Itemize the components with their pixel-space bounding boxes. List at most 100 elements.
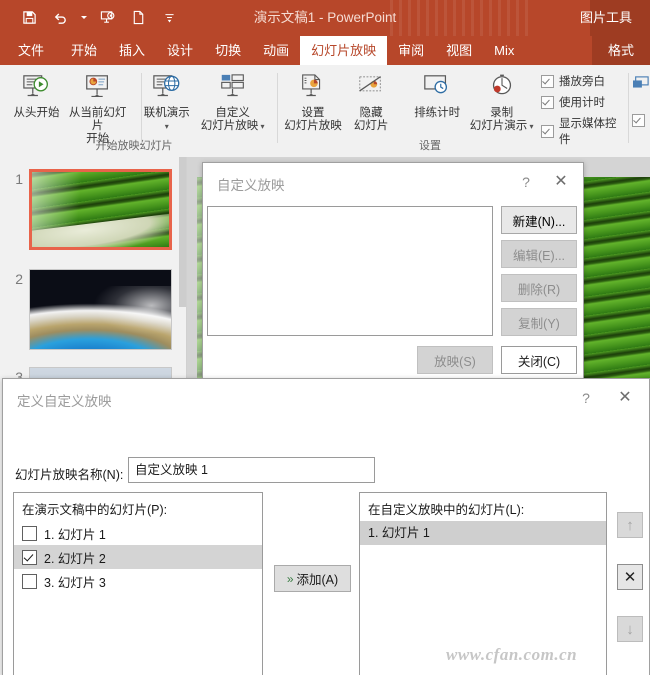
edit-button[interactable]: 编辑(E)... <box>501 240 577 268</box>
add-button[interactable]: » 添加(A) <box>274 565 351 592</box>
tab-view[interactable]: 视图 <box>435 36 483 65</box>
show-name-label: 幻灯片放映名称(N): <box>15 468 124 482</box>
set-up-slide-show-button[interactable]: 设置 幻灯片放映 <box>284 68 342 133</box>
move-up-button[interactable]: ↑ <box>617 512 643 538</box>
tab-insert[interactable]: 插入 <box>108 36 156 65</box>
tab-home[interactable]: 开始 <box>60 36 108 65</box>
move-down-button[interactable]: ↓ <box>617 616 643 642</box>
tab-mix[interactable]: Mix <box>483 36 525 65</box>
scrollbar-thumb[interactable] <box>179 157 186 307</box>
contextual-tool-label: 图片工具 <box>579 10 632 25</box>
slide-checkbox-item-2[interactable]: 2. 幻灯片 2 <box>14 545 262 569</box>
slide-checkbox-item-3[interactable]: 3. 幻灯片 3 <box>14 569 262 593</box>
save-icon[interactable] <box>18 6 40 28</box>
screen-globe-icon <box>151 71 183 105</box>
show-button-label: 放映(S) <box>434 354 476 369</box>
presentation-slides-listbox[interactable]: 在演示文稿中的幻灯片(P): 1. 幻灯片 1 2. 幻灯片 2 3. 幻灯片 … <box>13 492 263 675</box>
define-custom-show-dialog: 定义自定义放映 ? ✕ 幻灯片放映名称(N): 自定义放映 1 在演示文稿中的幻… <box>2 378 650 675</box>
use-timings-label: 使用计时 <box>559 97 606 109</box>
quick-access-toolbar <box>18 6 180 28</box>
custom-shows-dialog-title: 自定义放映 <box>217 178 285 193</box>
tab-slide-show[interactable]: 幻灯片放映 <box>300 36 388 65</box>
start-slideshow-icon[interactable] <box>96 6 118 28</box>
title-bar: 演示文稿1 - PowerPoint 图片工具 <box>0 0 650 36</box>
presentation-slides-label: 在演示文稿中的幻灯片(P): <box>22 503 168 517</box>
tab-animations[interactable]: 动画 <box>252 36 300 65</box>
thumbnail-slide-2[interactable]: 2 <box>8 269 172 350</box>
close-button[interactable]: 关闭(C) <box>501 346 577 374</box>
slide-item-label: 2. 幻灯片 2 <box>44 551 106 566</box>
double-arrow-right-icon: » <box>286 571 294 586</box>
custom-show-slides-label: 在自定义放映中的幻灯片(L): <box>368 503 525 517</box>
from-beginning-label: 从头开始 <box>13 107 60 119</box>
screen-chart-icon <box>82 71 114 105</box>
hide-slide-button[interactable]: 隐藏 幻灯片 <box>342 68 400 133</box>
tab-design[interactable]: 设计 <box>156 36 204 65</box>
from-beginning-button[interactable]: 从头开始 <box>6 68 67 120</box>
custom-slide-show-button[interactable]: 自定义 幻灯片放映 <box>197 68 268 133</box>
remove-button-label: 删除(R) <box>517 282 561 297</box>
show-button[interactable]: 放映(S) <box>417 346 493 374</box>
presenter-view-checkbox[interactable] <box>632 104 645 127</box>
close-icon[interactable]: ✕ <box>549 172 573 192</box>
slide-item-label: 3. 幻灯片 3 <box>44 575 106 590</box>
checkbox-checked-icon <box>22 549 37 565</box>
powerpoint-window: 演示文稿1 - PowerPoint 图片工具 文件 开始 插入 设计 切换 动… <box>0 0 650 675</box>
new-button-label: 新建(N)... <box>512 214 566 229</box>
checkbox-checked-icon <box>632 114 645 127</box>
show-name-value: 自定义放映 1 <box>135 463 208 477</box>
ribbon-divider-2 <box>277 73 278 143</box>
ribbon-tab-strip: 文件 开始 插入 设计 切换 动画 幻灯片放映 审阅 视图 Mix 格式 <box>0 36 650 65</box>
slide-artwork-earth <box>30 270 171 349</box>
customize-qat-icon[interactable] <box>158 6 180 28</box>
custom-shows-listbox[interactable] <box>207 206 493 336</box>
help-icon[interactable]: ? <box>575 388 597 408</box>
use-timings-checkbox[interactable]: 使用计时 <box>541 94 620 110</box>
slide-artwork-paddy <box>32 172 169 247</box>
remove-button[interactable]: 删除(R) <box>501 274 577 302</box>
present-online-button[interactable]: 联机演示 <box>136 68 197 133</box>
rehearse-timings-label: 排练计时 <box>414 107 461 119</box>
hide-slide-icon <box>355 71 387 105</box>
custom-show-slides-listbox[interactable]: 在自定义放映中的幻灯片(L): 1. 幻灯片 1 <box>359 492 607 675</box>
rehearse-timings-button[interactable]: 排练计时 <box>408 68 466 120</box>
add-button-label: 添加(A) <box>296 573 339 587</box>
custom-shows-dialog-titlebar: 自定义放映 ? ✕ <box>203 163 583 201</box>
clock-screen-icon <box>421 71 453 105</box>
play-narrations-checkbox[interactable]: 播放旁白 <box>541 73 620 89</box>
play-narrations-label: 播放旁白 <box>559 76 606 88</box>
tab-review[interactable]: 审阅 <box>387 36 435 65</box>
new-file-icon[interactable] <box>127 6 149 28</box>
undo-icon[interactable] <box>49 6 71 28</box>
new-button[interactable]: 新建(N)... <box>501 206 577 234</box>
arrow-down-icon: ↓ <box>626 620 634 638</box>
close-icon[interactable]: ✕ <box>613 388 637 408</box>
help-icon[interactable]: ? <box>515 172 537 192</box>
thumbnail-number: 1 <box>15 171 23 187</box>
ribbon-group-start-slide-show: 从头开始 从当前幻灯片 开始 联机演示 ▾ 自定义 幻灯片放映 ▾ 开始放映幻灯… <box>0 68 268 154</box>
close-button-label: 关闭(C) <box>517 354 561 369</box>
remove-slide-button[interactable]: ✕ <box>617 564 643 590</box>
thumbnail-slide-1[interactable]: 1 <box>8 169 172 250</box>
present-online-label: 联机演示 <box>144 107 190 133</box>
custom-show-slide-item-1[interactable]: 1. 幻灯片 1 <box>360 521 606 545</box>
copy-button[interactable]: 复制(Y) <box>501 308 577 336</box>
title-decoration <box>390 0 530 36</box>
record-slide-show-button[interactable]: 录制 幻灯片演示 <box>466 68 537 133</box>
ribbon-group-monitors <box>632 68 650 154</box>
hide-slide-label: 隐藏 幻灯片 <box>353 107 389 132</box>
undo-dropdown-icon[interactable] <box>80 6 87 28</box>
tab-file[interactable]: 文件 <box>0 36 60 65</box>
define-custom-show-title: 定义自定义放映 <box>17 394 112 409</box>
copy-button-label: 复制(Y) <box>518 316 560 331</box>
from-current-slide-button[interactable]: 从当前幻灯片 开始 <box>67 68 128 146</box>
show-name-input[interactable]: 自定义放映 1 <box>128 457 375 483</box>
tab-format[interactable]: 格式 <box>591 36 650 65</box>
ribbon-tabs: 文件 开始 插入 设计 切换 动画 幻灯片放映 审阅 视图 Mix <box>0 36 525 65</box>
record-slide-show-label: 录制 幻灯片演示 <box>470 107 534 133</box>
checkbox-unchecked-icon <box>22 525 37 541</box>
slide-item-label: 1. 幻灯片 1 <box>44 527 106 542</box>
tab-transitions[interactable]: 切换 <box>204 36 252 65</box>
slide-checkbox-item-1[interactable]: 1. 幻灯片 1 <box>14 521 262 545</box>
monitor-icon[interactable] <box>632 76 650 97</box>
